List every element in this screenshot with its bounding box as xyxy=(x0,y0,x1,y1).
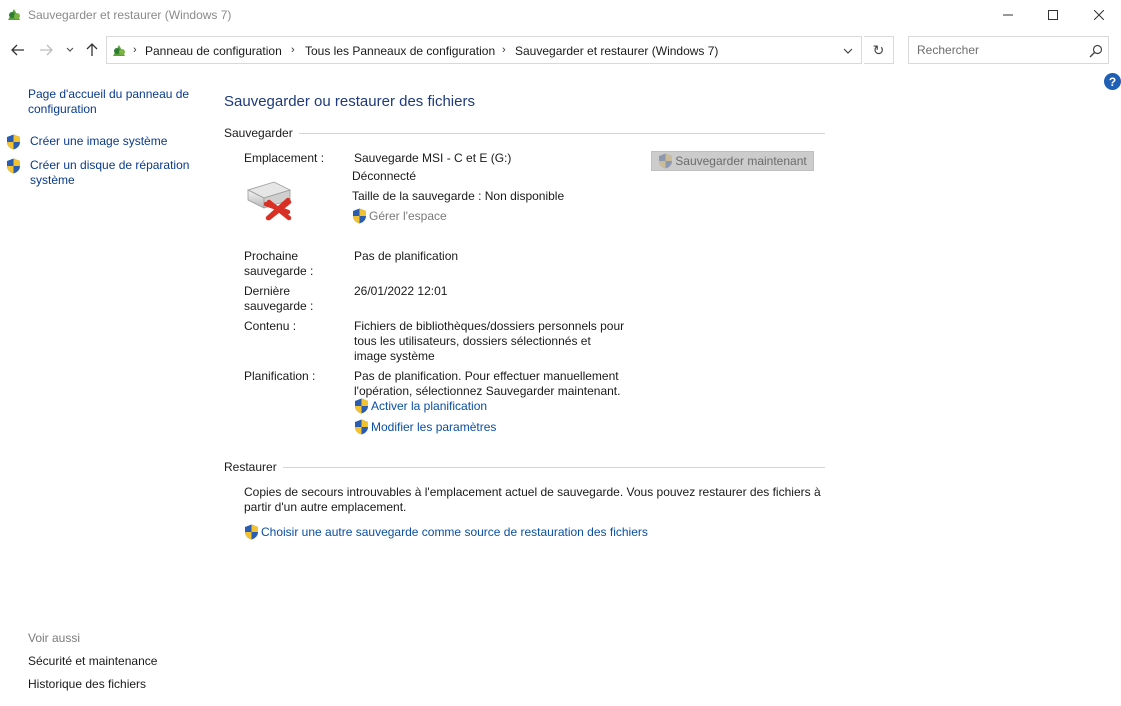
minimize-icon xyxy=(1003,14,1013,16)
restore-heading-text: Restaurer xyxy=(224,460,277,474)
help-icon: ? xyxy=(1108,74,1117,89)
change-settings-label: Modifier les paramètres xyxy=(371,420,497,434)
contents-label: Contenu : xyxy=(244,319,297,333)
disconnected-drive-icon xyxy=(246,181,292,221)
backup-size: Taille de la sauvegarde : Non disponible xyxy=(352,189,565,203)
chevron-right-icon[interactable]: › xyxy=(502,44,506,56)
arrow-up-icon xyxy=(86,43,98,56)
uac-shield-icon xyxy=(7,158,20,174)
breadcrumb-control-panel[interactable]: Panneau de configuration xyxy=(145,44,282,58)
divider xyxy=(298,132,825,134)
sidebar-item-label: Créer un disque de réparation système xyxy=(30,158,190,187)
last-backup-label: Dernière sauvegarde : xyxy=(244,284,314,313)
maximize-button[interactable] xyxy=(1030,0,1076,30)
contents-value: Fichiers de bibliothèques/dossiers perso… xyxy=(354,319,625,363)
address-bar[interactable]: › Panneau de configuration › Tous les Pa… xyxy=(106,36,862,64)
help-button[interactable]: ? xyxy=(1104,73,1121,90)
page-title: Sauvegarder ou restaurer des fichiers xyxy=(224,93,475,110)
chevron-right-icon: › xyxy=(133,44,137,56)
arrow-left-icon xyxy=(11,44,24,56)
uac-shield-icon xyxy=(355,419,368,435)
chevron-right-icon[interactable]: › xyxy=(291,44,295,56)
close-button[interactable] xyxy=(1076,0,1121,30)
sidebar-home-link[interactable]: Page d'accueil du panneau de configurati… xyxy=(28,87,203,117)
schedule-value: Pas de planification. Pour effectuer man… xyxy=(354,369,621,398)
back-button[interactable] xyxy=(8,40,28,60)
manage-space-link[interactable]: Gérer l'espace xyxy=(352,208,447,224)
chevron-down-icon xyxy=(66,47,74,52)
location-value: Sauvegarde MSI - C et E (G:) xyxy=(354,151,512,165)
enable-schedule-link[interactable]: Activer la planification xyxy=(354,398,487,414)
change-settings-link[interactable]: Modifier les paramètres xyxy=(354,419,496,435)
uac-shield-icon xyxy=(353,208,366,224)
choose-other-backup-link[interactable]: Choisir une autre sauvegarde comme sourc… xyxy=(244,524,648,540)
enable-schedule-label: Activer la planification xyxy=(371,399,488,413)
last-backup-value: 26/01/2022 12:01 xyxy=(354,284,448,298)
breadcrumb-all-control-panels[interactable]: Tous les Panneaux de configuration xyxy=(305,44,495,58)
title-bar: Sauvegarder et restaurer (Windows 7) xyxy=(0,0,1121,30)
sidebar-item-create-repair-disc[interactable]: Créer un disque de réparation système xyxy=(6,158,200,188)
backup-now-button[interactable]: Sauvegarder maintenant xyxy=(651,151,814,171)
uac-shield-icon xyxy=(355,398,368,414)
choose-other-backup-label: Choisir une autre sauvegarde comme sourc… xyxy=(261,525,648,539)
breadcrumb-backup-restore[interactable]: Sauvegarder et restaurer (Windows 7) xyxy=(515,44,718,58)
restore-message: Copies de secours introuvables à l'empla… xyxy=(244,485,821,514)
link-security-maintenance[interactable]: Sécurité et maintenance xyxy=(28,654,157,668)
next-backup-value: Pas de planification xyxy=(354,249,459,263)
refresh-button[interactable]: ↻ xyxy=(864,36,894,64)
sidebar-item-label: Créer une image système xyxy=(30,134,168,148)
search-input[interactable] xyxy=(917,42,1077,58)
address-dropdown-button[interactable] xyxy=(839,42,857,60)
next-backup-label: Prochaine sauvegarde : xyxy=(244,249,314,278)
manage-space-label: Gérer l'espace xyxy=(369,209,447,223)
uac-shield-icon xyxy=(7,134,20,150)
uac-shield-icon xyxy=(245,524,258,540)
backup-section-heading: Sauvegarder xyxy=(224,126,825,140)
forward-button[interactable] xyxy=(36,40,56,60)
sidebar-item-create-system-image[interactable]: Créer une image système xyxy=(6,134,200,150)
minimize-button[interactable] xyxy=(985,0,1031,30)
recent-locations-button[interactable] xyxy=(62,40,78,60)
backup-now-label: Sauvegarder maintenant xyxy=(675,154,807,168)
schedule-label: Planification : xyxy=(244,369,316,383)
navigation-bar: › Panneau de configuration › Tous les Pa… xyxy=(0,34,1121,66)
refresh-icon: ↻ xyxy=(872,41,885,58)
restore-section-heading: Restaurer xyxy=(224,460,825,474)
search-icon[interactable] xyxy=(1088,43,1104,59)
control-panel-icon xyxy=(113,45,125,56)
search-box[interactable] xyxy=(908,36,1109,64)
divider xyxy=(282,466,825,468)
maximize-icon xyxy=(1048,10,1058,20)
location-label: Emplacement : xyxy=(244,151,325,165)
arrow-right-icon xyxy=(40,44,53,56)
window-title: Sauvegarder et restaurer (Windows 7) xyxy=(28,8,232,22)
control-panel-icon xyxy=(8,9,20,20)
uac-shield-icon xyxy=(659,153,673,169)
backup-heading-text: Sauvegarder xyxy=(224,126,293,140)
up-button[interactable] xyxy=(82,40,102,60)
see-also-heading: Voir aussi xyxy=(28,631,81,645)
backup-status: Déconnecté xyxy=(352,169,417,183)
link-file-history[interactable]: Historique des fichiers xyxy=(28,677,146,691)
close-icon xyxy=(1094,10,1104,20)
chevron-down-icon xyxy=(843,48,853,54)
